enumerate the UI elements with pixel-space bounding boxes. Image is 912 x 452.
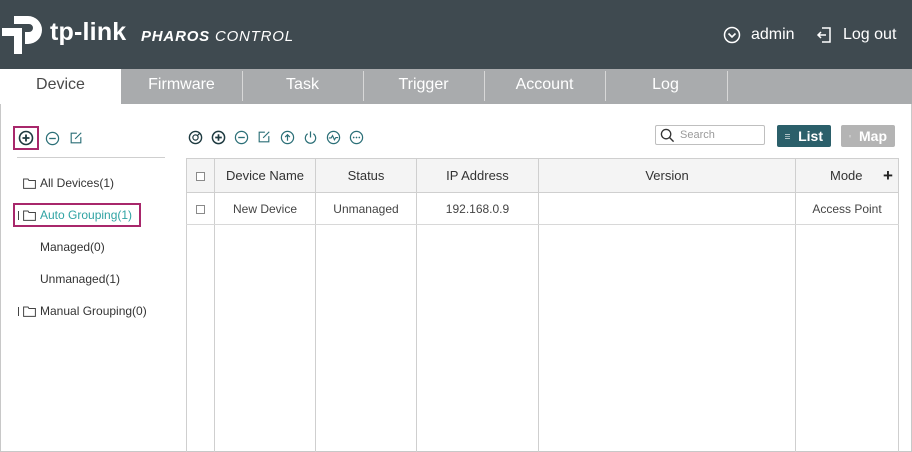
cell-device-name[interactable]: New Device — [215, 194, 315, 224]
main-tab-bar: Device Firmware Task Trigger Account Log — [0, 69, 912, 104]
column-header-device-name[interactable]: Device Name — [215, 158, 315, 193]
tab-account[interactable]: Account — [484, 69, 605, 104]
tab-divider — [727, 71, 728, 101]
tree-item-label: Managed(0) — [40, 240, 105, 254]
app-header: tp-link PHAROS CONTROL admin Log out — [0, 0, 912, 69]
tab-trigger[interactable]: Trigger — [363, 69, 484, 104]
tree-item-label: Unmanaged(1) — [40, 272, 121, 286]
select-all-header — [187, 158, 214, 193]
tp-link-logo-icon — [2, 16, 42, 54]
monitor-icon — [326, 130, 340, 144]
add-device-button[interactable] — [209, 128, 227, 146]
tree-item-auto-grouping[interactable]: Auto Grouping(1) — [18, 208, 132, 222]
expand-marker — [18, 210, 19, 220]
edit-device-button[interactable] — [255, 128, 273, 146]
tab-firmware[interactable]: Firmware — [121, 69, 242, 104]
cell-status: Unmanaged — [333, 202, 399, 216]
admin-user-button[interactable]: admin — [723, 26, 795, 44]
reboot-button[interactable] — [301, 128, 319, 146]
remove-device-button[interactable] — [232, 128, 250, 146]
map-view-label: Map — [859, 128, 887, 144]
tree-item-manual-grouping[interactable]: Manual Grouping(0) — [18, 304, 147, 318]
edit-group-button[interactable] — [67, 129, 85, 147]
tab-device[interactable]: Device — [0, 69, 121, 104]
tree-item-label: Manual Grouping(0) — [40, 304, 147, 318]
folder-icon — [23, 178, 36, 189]
edit-icon — [258, 131, 270, 143]
row-divider — [186, 224, 899, 225]
user-icon — [723, 26, 741, 44]
remove-group-icon — [45, 131, 59, 145]
upgrade-button[interactable] — [278, 128, 296, 146]
add-column-button[interactable]: + — [883, 167, 893, 185]
row-checkbox-cell — [187, 194, 214, 224]
adopt-button[interactable] — [186, 128, 204, 146]
tree-item-label: Auto Grouping(1) — [40, 208, 133, 222]
list-icon — [785, 133, 791, 139]
column-header-status[interactable]: Status — [316, 158, 416, 193]
device-toolbar — [186, 128, 365, 146]
map-pin-icon — [849, 134, 851, 138]
folder-icon — [23, 306, 36, 317]
tab-task[interactable]: Task — [242, 69, 363, 104]
search-input[interactable] — [680, 129, 760, 141]
map-view-button[interactable]: Map — [841, 125, 895, 147]
select-all-checkbox[interactable] — [196, 172, 205, 182]
search-box — [655, 125, 765, 145]
brand-name: tp-link — [50, 18, 127, 46]
list-view-label: List — [798, 128, 823, 144]
edit-group-icon — [70, 132, 82, 144]
group-toolbar — [13, 126, 85, 150]
expand-marker — [18, 306, 19, 316]
logout-label: Log out — [843, 26, 897, 43]
cell-version — [539, 194, 795, 224]
admin-label: admin — [751, 26, 795, 43]
cell-ip-address: 192.168.0.9 — [445, 202, 510, 216]
column-header-ip-address[interactable]: IP Address — [417, 158, 538, 193]
tree-item-unmanaged[interactable]: Unmanaged(1) — [40, 272, 120, 286]
more-icon — [349, 130, 363, 144]
cell-mode: Access Point — [812, 202, 882, 216]
row-checkbox[interactable] — [196, 205, 205, 215]
tree-item-label: All Devices(1) — [40, 176, 115, 190]
power-icon — [304, 130, 316, 144]
remove-icon — [234, 130, 248, 144]
tree-divider — [17, 157, 165, 158]
search-icon — [660, 128, 675, 142]
logout-button[interactable]: Log out — [815, 26, 896, 44]
product-name: PHAROS CONTROL — [141, 28, 294, 45]
tree-item-all-devices[interactable]: All Devices(1) — [23, 176, 114, 190]
add-icon — [211, 130, 225, 144]
add-group-button[interactable] — [13, 126, 39, 150]
logout-icon — [816, 27, 831, 43]
list-view-button[interactable]: List — [777, 125, 831, 147]
tree-item-managed[interactable]: Managed(0) — [40, 240, 105, 254]
adopt-icon — [188, 130, 202, 144]
folder-icon — [23, 210, 36, 221]
add-group-icon — [18, 130, 34, 146]
tab-log[interactable]: Log — [605, 69, 726, 104]
monitor-button[interactable] — [324, 128, 342, 146]
more-actions-button[interactable] — [347, 128, 365, 146]
remove-group-button[interactable] — [43, 129, 61, 147]
upgrade-icon — [280, 130, 294, 144]
column-header-version[interactable]: Version — [539, 158, 795, 193]
